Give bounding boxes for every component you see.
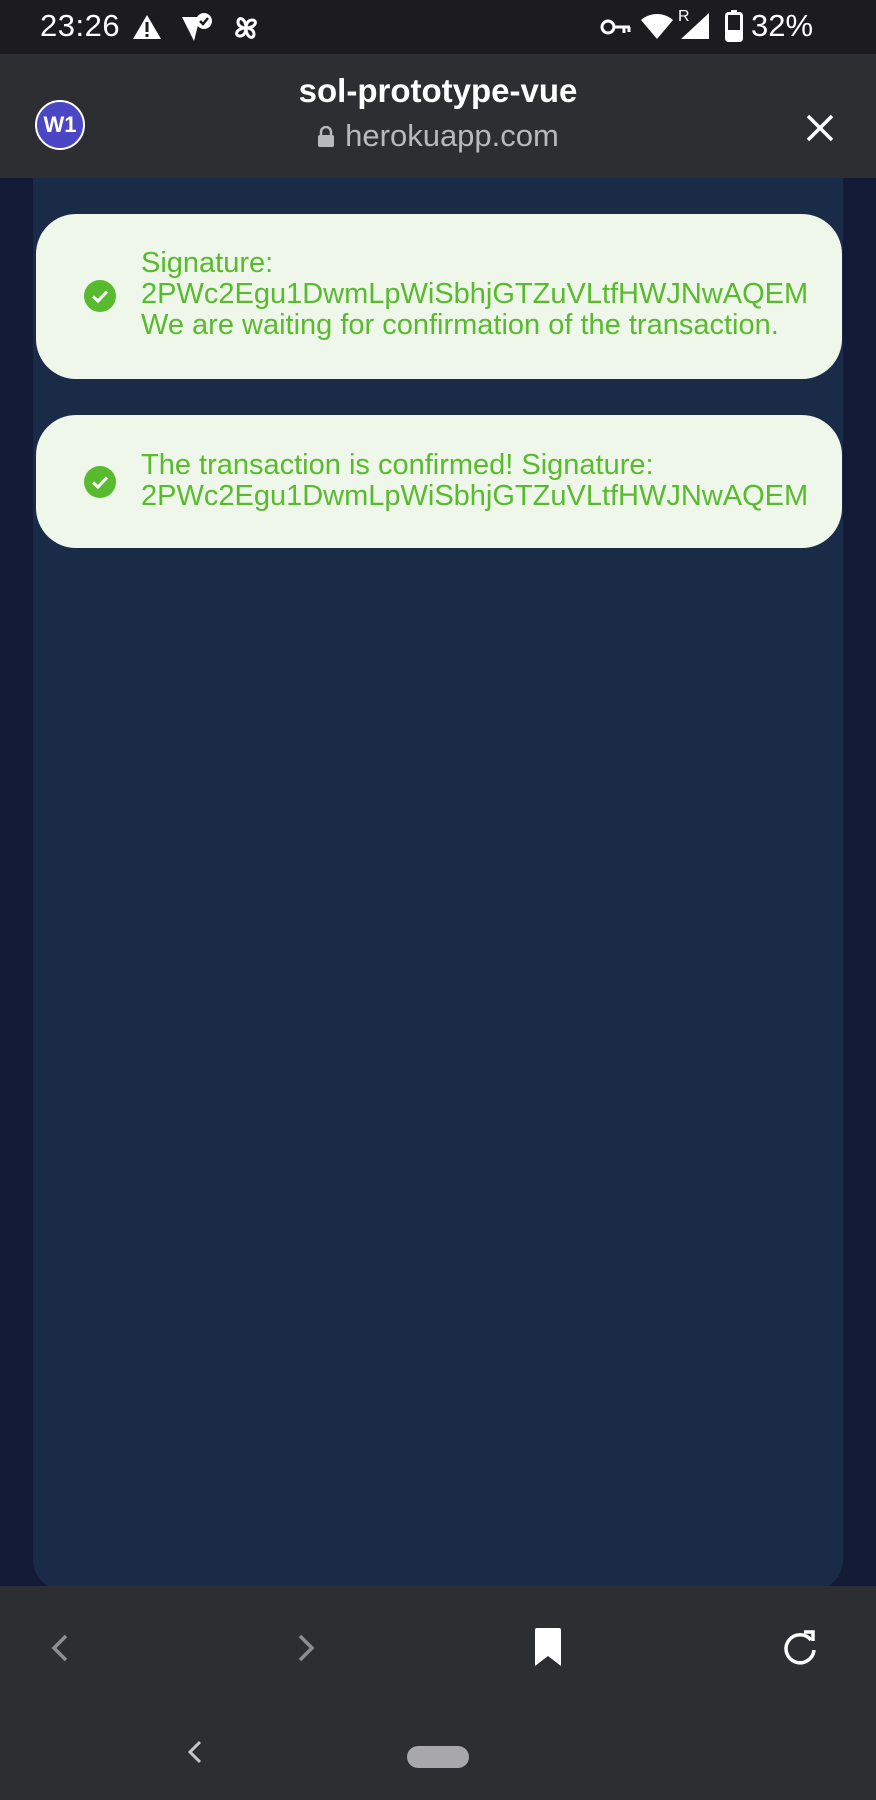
toast-notification-confirmed: The transaction is confirmed! Signature:… — [36, 415, 842, 548]
vpn-shield-icon — [182, 13, 212, 41]
toast-signature: 2PWc2Egu1DwmLpWiSbhjGTZuVLtfHWJNwAQEM — [141, 278, 809, 310]
status-bar: 23:26 R 32% — [0, 0, 876, 54]
bookmark-icon[interactable] — [526, 1626, 570, 1670]
browser-toolbar — [0, 1586, 876, 1712]
toast-line: We are waiting for confirmation of the t… — [141, 309, 779, 341]
home-gesture-pill[interactable] — [407, 1746, 469, 1768]
key-icon — [600, 19, 631, 35]
pinwheel-icon — [235, 17, 257, 39]
status-time: 23:26 — [40, 8, 121, 43]
toast-signature: 2PWc2Egu1DwmLpWiSbhjGTZuVLtfHWJNwAQEM — [141, 480, 809, 512]
signal-icon — [681, 13, 709, 39]
toast-message: The transaction is confirmed! Signature:… — [141, 450, 808, 512]
system-navigation-bar — [0, 1712, 876, 1800]
wifi-icon — [641, 14, 673, 39]
close-icon[interactable] — [802, 110, 838, 146]
back-arrow-icon[interactable] — [40, 1626, 84, 1670]
forward-arrow-icon[interactable] — [282, 1626, 326, 1670]
alert-icon — [133, 15, 161, 39]
domain-text: herokuapp.com — [345, 118, 559, 153]
page-title: sol-prototype-vue — [298, 72, 578, 109]
check-circle-icon — [84, 280, 116, 312]
page-domain: herokuapp.com — [0, 118, 876, 154]
battery-percentage: 32% — [751, 8, 814, 43]
reload-icon[interactable] — [778, 1626, 822, 1670]
battery-icon — [725, 10, 743, 42]
lock-icon — [318, 125, 335, 147]
system-back-icon[interactable] — [180, 1734, 210, 1770]
toast-notification-pending: Signature: 2PWc2Egu1DwmLpWiSbhjGTZuVLtfH… — [36, 214, 842, 379]
toast-message: Signature: 2PWc2Egu1DwmLpWiSbhjGTZuVLtfH… — [141, 248, 808, 341]
custom-tab-header: W1 sol-prototype-vue herokuapp.com — [0, 54, 876, 178]
content-panel — [33, 178, 843, 1590]
check-circle-icon — [84, 466, 116, 498]
toast-line: The transaction is confirmed! Signature: — [141, 449, 654, 481]
toast-line: Signature: — [141, 247, 274, 279]
